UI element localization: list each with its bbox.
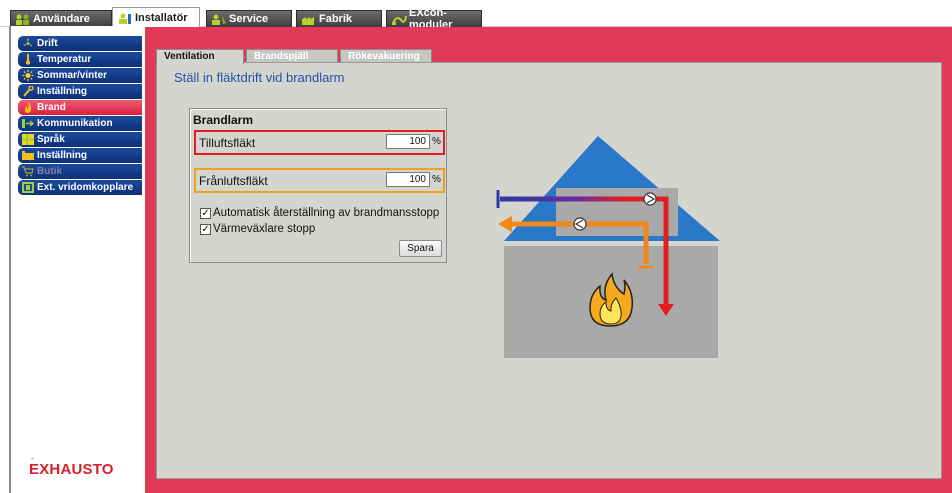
page-title: Ställ in fläktdrift vid brandlarm — [174, 70, 345, 85]
sidebar-item-label: Drift — [37, 38, 58, 49]
hx-stop-label: Värmeväxlare stopp — [213, 223, 316, 235]
exhaust-fan-input[interactable]: 100 — [386, 172, 430, 187]
sidebar-item-kommunikation[interactable]: Kommunikation — [18, 116, 142, 131]
sidebar-item-label: Kommunikation — [37, 118, 113, 129]
exhaust-fan-unit: % — [432, 174, 441, 185]
sun-icon — [22, 70, 34, 81]
tab-ventilation[interactable]: Ventilation — [156, 49, 244, 64]
supply-fan-input[interactable]: 100 — [386, 134, 430, 149]
wrench-icon — [23, 86, 34, 97]
fan-icon — [23, 38, 32, 47]
tab-anvandare[interactable]: Användare — [10, 10, 112, 27]
supply-fan-symbol — [643, 192, 657, 206]
cart-icon — [22, 166, 34, 177]
sidebar-item-sommar-vinter[interactable]: Sommar/vinter — [18, 68, 142, 83]
sidebar-item-butik: Butik — [18, 164, 142, 179]
supply-fan-label: Tilluftsfläkt — [199, 136, 256, 150]
supply-fan-unit: % — [432, 136, 441, 147]
sidebar-item-drift[interactable]: Drift — [18, 36, 142, 51]
sidebar-item-label: Temperatur — [37, 54, 92, 65]
sidebar-item-brand[interactable]: Brand — [18, 100, 142, 115]
save-button[interactable]: Spara — [399, 240, 442, 257]
ventilation-diagram — [496, 136, 720, 358]
tab-excon-moduler[interactable]: EXcon-moduler — [386, 7, 482, 31]
sidebar-item-temperatur[interactable]: Temperatur — [18, 52, 142, 67]
exhaust-arrow-head — [498, 216, 512, 232]
thermometer-icon — [25, 54, 31, 65]
sidebar-item-label: Inställning — [37, 86, 87, 97]
exhausto-logo: EXHAUSTO — [29, 461, 114, 478]
sidebar-item-label: Ext. vridomkopplare — [37, 182, 134, 193]
exhaust-fan-symbol — [573, 217, 587, 231]
top-tab-bar: Användare Installatör Service Fabrik EXc… — [0, 0, 952, 31]
tab-label: Användare — [33, 13, 90, 25]
sidebar-item-label: Brand — [37, 102, 66, 113]
module-icon — [392, 15, 407, 25]
tab-service[interactable]: Service — [206, 10, 292, 27]
switch-icon — [22, 182, 34, 193]
sidebar-item-label: Inställning — [37, 150, 87, 161]
fire-icon — [25, 102, 32, 113]
users-icon — [16, 14, 29, 25]
tab-rokevakuering[interactable]: Rökevakuering — [340, 49, 432, 63]
language-flag-icon — [22, 134, 34, 145]
display-icon — [22, 151, 34, 160]
tab-label: Service — [229, 13, 269, 25]
tab-label: Fabrik — [319, 13, 353, 25]
sidebar-item-label: Butik — [37, 166, 62, 177]
factory-icon — [302, 17, 314, 25]
tab-fabrik[interactable]: Fabrik — [296, 10, 382, 27]
installer-icon — [119, 13, 131, 24]
sidebar-item-installning[interactable]: Inställning — [18, 84, 142, 99]
sidebar-item-label: Språk — [37, 134, 65, 145]
communication-icon — [22, 119, 34, 128]
auto-reset-label: Automatisk återställning av brandmanssto… — [213, 207, 440, 219]
exhaust-fan-label: Frånluftsfläkt — [199, 174, 268, 188]
sidebar-menu: Drift Temperatur Sommar/vinter Inställni… — [18, 36, 142, 196]
hx-stop-checkbox[interactable]: ✓ — [200, 224, 211, 235]
auto-reset-checkbox[interactable]: ✓ — [200, 208, 211, 219]
sidebar-item-sprak[interactable]: Språk — [18, 132, 142, 147]
service-icon — [212, 14, 226, 25]
ventilation-unit — [556, 188, 678, 236]
sidebar-item-label: Sommar/vinter — [37, 70, 108, 81]
tab-brandspjall[interactable]: Brandspjäll — [246, 49, 338, 63]
panel-title: Brandlarm — [193, 113, 254, 127]
tab-installator[interactable]: Installatör — [112, 7, 200, 28]
sidebar-item-installning-display[interactable]: Inställning — [18, 148, 142, 163]
sidebar-item-ext-vridomkopplare[interactable]: Ext. vridomkopplare — [18, 180, 142, 195]
tab-label: Installatör — [135, 11, 188, 24]
